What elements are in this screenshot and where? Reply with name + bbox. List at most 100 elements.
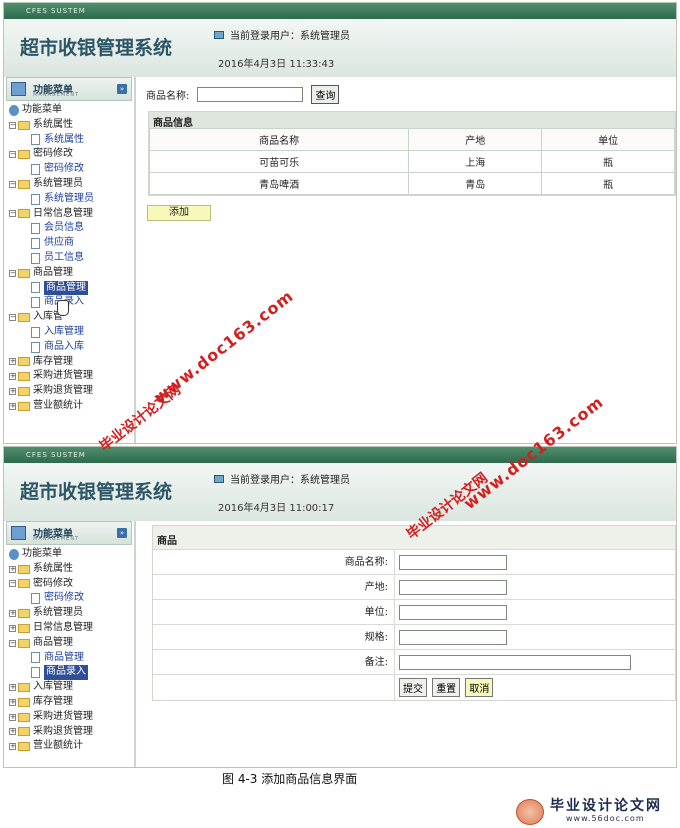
tree-item[interactable]: + 营业额统计 [9,739,134,754]
tree-item[interactable]: 供应商 [9,236,134,251]
add-button[interactable]: 添加 [147,205,211,221]
tree-item[interactable]: − 系统属性 [9,118,134,133]
tree-item[interactable]: − 商品管理 [9,266,134,281]
table-row[interactable]: 青岛啤酒 青岛 瓶 [148,172,675,195]
tree-item[interactable]: 商品管理 [9,280,134,296]
tree-item[interactable]: + 库存管理 [9,355,134,370]
tree-item[interactable]: 入库管理 [9,325,134,340]
folder-icon [18,638,30,648]
tree-item[interactable]: 密码修改 [9,162,134,177]
tree-item-label: 商品管理 [33,636,73,648]
expand-icon[interactable]: + [9,358,16,366]
add-goods-form: 商品 商品名称: 产地: 单位: 规格: 备注: 提交 重置 取消 [152,525,676,701]
expand-icon[interactable]: + [9,728,16,736]
tree-item[interactable]: 密码修改 [9,591,134,606]
remark-field[interactable] [399,654,631,670]
folder-icon [18,683,30,693]
form-row: 单位: [153,600,675,625]
tree-item-label: 密码修改 [44,592,84,604]
tree-item-label: 商品管理 [44,280,88,296]
tree-item[interactable]: + 入库管理 [9,680,134,695]
folder-icon [18,623,30,633]
tree-item[interactable]: + 日常信息管理 [9,621,134,636]
expand-icon[interactable]: + [9,684,16,692]
tree-item[interactable]: 功能菜单 [9,103,134,118]
tree-item[interactable]: − 入库管 [9,310,134,325]
collapse-icon[interactable]: − [9,210,16,218]
expand-icon[interactable]: + [9,373,16,381]
collapse-icon[interactable]: − [9,314,16,322]
tree-item[interactable]: + 系统管理员 [9,606,134,621]
tree-item[interactable]: 商品录入 [9,665,134,681]
tree-item[interactable]: + 采购退货管理 [9,725,134,740]
expand-icon[interactable]: + [9,713,16,721]
tree-item[interactable]: 功能菜单 [9,547,134,562]
table-cell: 可苗可乐 [148,150,410,173]
collapse-icon[interactable]: − [9,180,16,188]
menu-subtitle: MANAGEMENT [33,92,80,98]
tree-item[interactable]: − 日常信息管理 [9,207,134,222]
table-cell: 瓶 [541,172,675,195]
expand-icon[interactable]: + [9,565,16,573]
tree-item[interactable]: 商品管理 [9,651,134,666]
tree-item[interactable]: − 密码修改 [9,147,134,162]
folder-icon [18,209,30,219]
folder-icon [18,564,30,574]
origin-field[interactable] [399,579,507,595]
tree-item[interactable]: 系统管理员 [9,192,134,207]
expand-icon[interactable]: + [9,698,16,706]
tree-item[interactable]: + 采购退货管理 [9,384,134,399]
cancel-button[interactable]: 取消 [465,678,494,697]
tree-item[interactable]: 商品入库 [9,340,134,355]
goods-name-search-input[interactable] [197,87,304,102]
folder-icon [18,401,30,411]
tree-item[interactable]: − 商品管理 [9,636,134,651]
tree-item[interactable]: + 系统属性 [9,562,134,577]
spec-field[interactable] [399,629,507,645]
expand-icon[interactable]: + [9,402,16,410]
tree-item[interactable]: 会员信息 [9,221,134,236]
document-icon [31,326,40,338]
tree-item[interactable]: 商品录入 [9,295,134,310]
tree-item[interactable]: 员工信息 [9,251,134,266]
collapse-icon[interactable]: − [9,639,16,647]
table-cell: 上海 [408,150,543,173]
query-button[interactable]: 查询 [311,85,340,104]
menu-collapse-button[interactable]: » [117,84,127,94]
collapse-icon[interactable]: − [9,269,16,277]
collapse-icon[interactable]: − [9,121,16,129]
tree-item-label: 入库管理 [44,325,84,337]
tree-item[interactable]: + 采购进货管理 [9,369,134,384]
unit-field[interactable] [399,604,507,620]
tree-item-label: 商品管理 [33,266,73,278]
folder-icon [18,150,30,160]
tree-item[interactable]: − 密码修改 [9,577,134,592]
tree-item-label: 系统属性 [44,133,84,145]
reset-button[interactable]: 重置 [432,678,461,697]
expand-icon[interactable]: + [9,624,16,632]
submit-button[interactable]: 提交 [399,678,427,697]
menu-collapse-button[interactable]: » [117,528,127,538]
tree-item[interactable]: − 系统管理员 [9,177,134,192]
document-icon [31,164,40,176]
goods-name-field[interactable] [399,554,507,570]
expand-icon[interactable]: + [9,610,16,618]
tree-item[interactable]: + 采购进货管理 [9,710,134,725]
table-row[interactable]: 可苗可乐 上海 瓶 [148,150,675,173]
tree-item-label: 系统属性 [33,118,73,130]
logo-url: www.56doc.com [566,814,645,823]
collapse-icon[interactable]: − [9,151,16,159]
tree-item-label: 会员信息 [44,222,84,234]
tree-item-label: 密码修改 [33,577,73,589]
tree-item-label: 系统管理员 [44,192,94,204]
tree-item[interactable]: + 营业额统计 [9,399,134,414]
expand-icon[interactable]: + [9,388,16,396]
collapse-icon[interactable]: − [9,580,16,588]
figure-caption: 图 4-3 添加商品信息界面 [222,772,358,786]
tree-item-label: 采购退货管理 [33,385,93,397]
tree-item[interactable]: 系统属性 [9,133,134,148]
document-icon [31,667,40,679]
tree-item[interactable]: + 库存管理 [9,695,134,710]
expand-icon[interactable]: + [9,743,16,751]
table-cell: 瓶 [541,150,675,173]
